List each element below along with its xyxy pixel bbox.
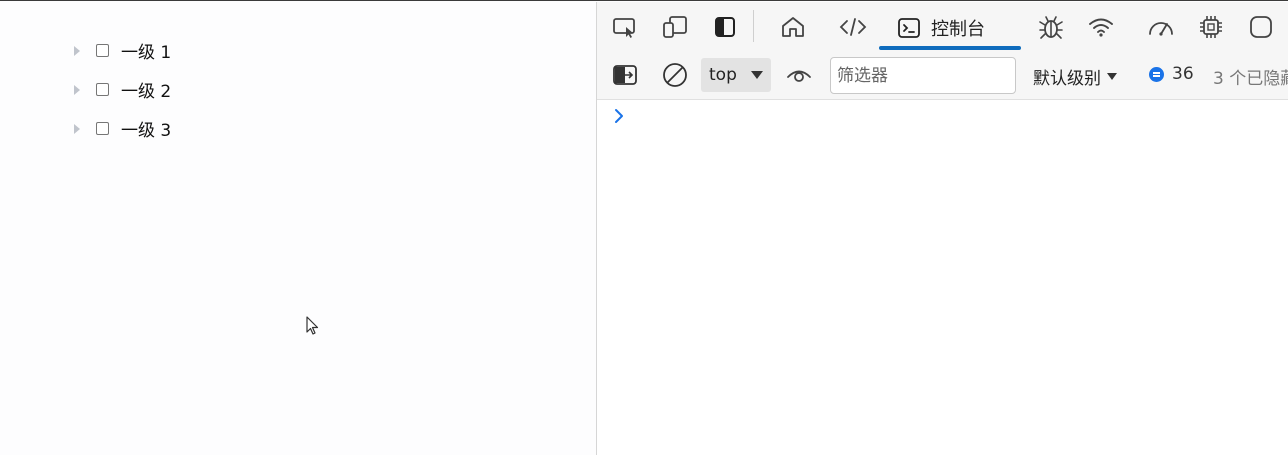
node-checkbox[interactable]	[96, 44, 109, 57]
node-checkbox[interactable]	[96, 122, 109, 135]
filter-input[interactable]	[830, 57, 1016, 94]
memory-chip-icon[interactable]	[1195, 10, 1227, 44]
tree-node[interactable]: 一级 3	[70, 109, 171, 148]
device-emulation-icon[interactable]	[659, 10, 691, 44]
console-toolbar: top 默认级别 36 3 个已隐藏	[597, 52, 1288, 100]
bug-icon[interactable]	[1035, 10, 1067, 44]
mouse-cursor-icon	[306, 316, 319, 335]
clear-console-icon[interactable]	[659, 58, 691, 92]
tree-node-label: 一级 1	[121, 43, 172, 63]
context-selector[interactable]: top	[701, 58, 771, 92]
page-content: 一级 1 一级 2 一级 3	[0, 2, 596, 455]
dock-side-icon[interactable]	[709, 10, 741, 44]
home-icon[interactable]	[777, 10, 809, 44]
devtools-panel: 控制台 top 筛选器 默认级别 36 3 个已隐	[596, 2, 1288, 455]
message-count-badge[interactable]: 36	[1149, 64, 1194, 84]
chevron-down-icon	[1107, 73, 1117, 80]
expand-caret-icon[interactable]	[74, 123, 80, 134]
context-selector-value: top	[709, 65, 737, 85]
performance-gauge-icon[interactable]	[1145, 10, 1177, 44]
message-count: 36	[1172, 64, 1194, 84]
expand-caret-icon[interactable]	[74, 45, 80, 56]
inspect-element-icon[interactable]	[609, 10, 641, 44]
live-expression-eye-icon[interactable]	[783, 58, 815, 92]
expand-caret-icon[interactable]	[74, 84, 80, 95]
node-checkbox[interactable]	[96, 83, 109, 96]
tree-node-label: 一级 3	[121, 121, 172, 141]
tree-node[interactable]: 一级 2	[70, 70, 171, 109]
log-levels-dropdown[interactable]: 默认级别	[1033, 64, 1117, 89]
divider	[753, 10, 754, 42]
chevron-down-icon	[750, 71, 763, 79]
elements-code-icon[interactable]	[837, 10, 869, 44]
tree: 一级 1 一级 2 一级 3	[70, 31, 171, 148]
hidden-messages-note: 3 个已隐藏	[1213, 69, 1288, 89]
log-levels-label: 默认级别	[1033, 69, 1101, 89]
console-icon	[898, 18, 920, 38]
tree-node[interactable]: 一级 1	[70, 31, 171, 70]
tab-console[interactable]: 控制台	[879, 6, 1021, 50]
active-tab-indicator	[879, 46, 1021, 50]
devtools-tab-bar: 控制台	[597, 2, 1288, 52]
show-sidebar-icon[interactable]	[609, 58, 641, 92]
tree-node-label: 一级 2	[121, 82, 172, 102]
tab-console-label: 控制台	[931, 19, 985, 40]
application-icon[interactable]	[1245, 10, 1277, 44]
message-bubble-icon	[1149, 66, 1164, 82]
network-wifi-icon[interactable]	[1085, 10, 1117, 44]
screen: 一级 1 一级 2 一级 3 控制台 top 筛选器 默认级别 36 3 个已隐	[0, 0, 1288, 455]
console-prompt-chevron-icon	[615, 109, 623, 123]
